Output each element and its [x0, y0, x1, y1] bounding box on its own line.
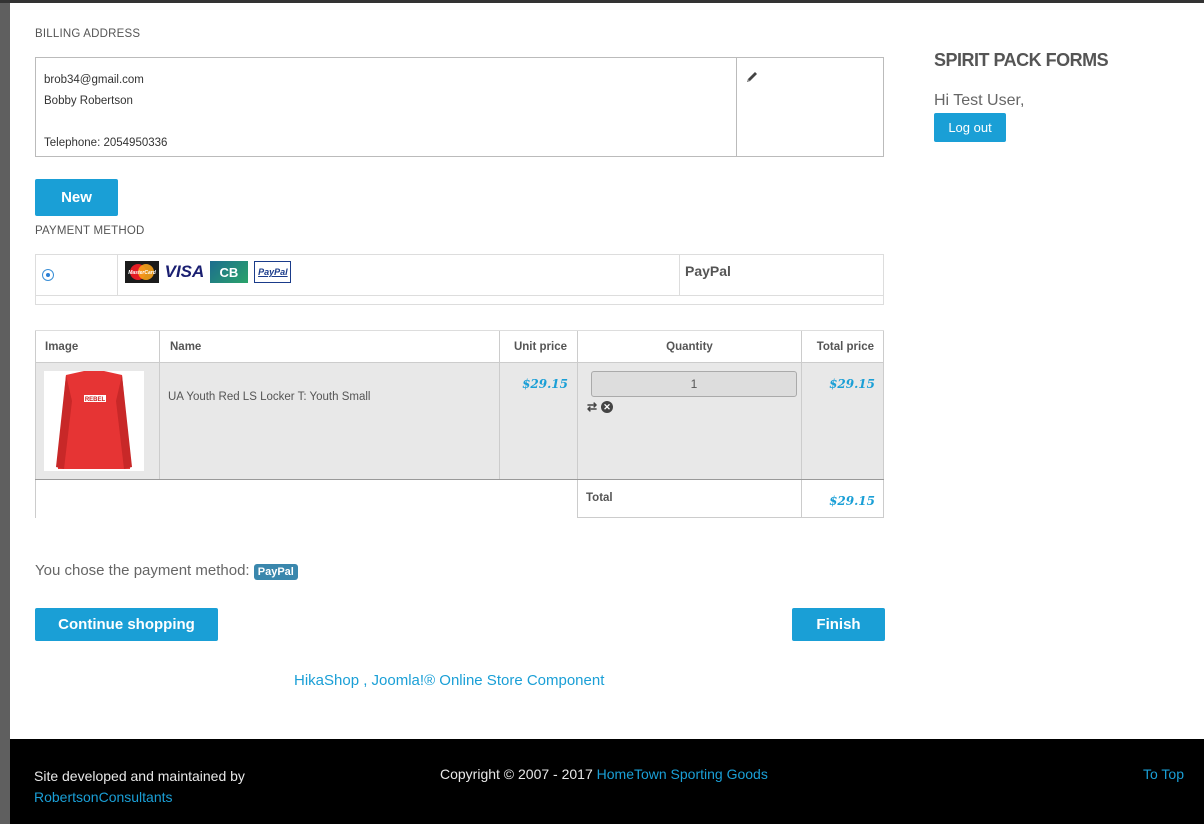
- product-name: UA Youth Red LS Locker T: Youth Small: [159, 363, 499, 479]
- total-value-cell: $29.15: [801, 480, 884, 518]
- remove-icon[interactable]: ✕: [601, 401, 614, 413]
- hikashop-link[interactable]: HikaShop , Joomla!® Online Store Compone…: [294, 672, 604, 689]
- new-address-button[interactable]: New: [35, 179, 118, 216]
- paypal-logo: PayPal: [254, 261, 292, 283]
- billing-address-info: brob34@gmail.com Bobby Robertson Telepho…: [36, 58, 737, 156]
- payment-radio[interactable]: [42, 269, 54, 281]
- cb-logo: CB: [209, 261, 248, 283]
- svg-text:MasterCard: MasterCard: [128, 270, 156, 276]
- footer: Site developed and maintained by Roberts…: [10, 739, 1204, 824]
- cart-table: Image Name Unit price Quantity Total pri…: [35, 330, 884, 518]
- mastercard-logo: MasterCard: [125, 261, 159, 283]
- product-image-cell: REBEL: [35, 363, 159, 479]
- item-total-price: $29.15: [829, 377, 875, 391]
- total-label: Total: [577, 480, 801, 518]
- quantity-input[interactable]: 1: [591, 371, 797, 397]
- finish-button[interactable]: Finish: [792, 608, 885, 641]
- svg-text:REBEL: REBEL: [85, 397, 106, 403]
- header-total-price: Total price: [801, 331, 884, 362]
- cart-header: Image Name Unit price Quantity Total pri…: [35, 330, 884, 362]
- payment-method-label: PAYMENT METHOD: [35, 225, 145, 237]
- payment-method-row[interactable]: MasterCard VISA CB PayPal PayPal: [36, 255, 883, 296]
- billing-email: brob34@gmail.com: [44, 74, 144, 86]
- billing-edit-cell: [737, 58, 883, 156]
- billing-telephone: Telephone: 2054950336: [44, 137, 168, 149]
- payment-method-name: PayPal: [685, 263, 731, 279]
- developed-by-text: Site developed and maintained by: [34, 768, 245, 784]
- payment-radio-cell: [36, 255, 118, 295]
- to-top-link[interactable]: To Top: [1143, 766, 1184, 782]
- pencil-icon[interactable]: [745, 70, 759, 89]
- cart-item-row: REBEL UA Youth Red LS Locker T: Youth Sm…: [35, 362, 884, 480]
- company-link[interactable]: HomeTown Sporting Goods: [597, 766, 768, 782]
- unit-price: $29.15: [522, 377, 568, 391]
- chosen-payment-text: You chose the payment method:: [35, 562, 250, 579]
- cart-total-row: Total $29.15: [35, 480, 884, 518]
- total-price-cell: $29.15: [801, 363, 884, 479]
- developer-link[interactable]: RobertsonConsultants: [34, 787, 245, 808]
- greeting-text: Hi Test User,: [934, 92, 1025, 109]
- footer-copyright: Copyright © 2007 - 2017 HomeTown Sportin…: [440, 766, 768, 782]
- billing-address-label: BILLING ADDRESS: [35, 28, 141, 40]
- total-spacer: [35, 480, 577, 518]
- sidebar-title: SPIRIT PACK FORMS: [934, 50, 1109, 70]
- chosen-payment-line: You chose the payment method: PayPal: [35, 562, 298, 580]
- billing-name: Bobby Robertson: [44, 95, 133, 107]
- unit-price-cell: $29.15: [499, 363, 577, 479]
- refresh-icon[interactable]: ⇄: [587, 401, 597, 413]
- quantity-cell: 1 ⇄ ✕: [577, 363, 801, 479]
- copyright-text: Copyright © 2007 - 2017: [440, 766, 593, 782]
- card-logos-cell: MasterCard VISA CB PayPal: [118, 255, 680, 295]
- header-quantity: Quantity: [577, 331, 801, 362]
- header-unit-price: Unit price: [499, 331, 577, 362]
- header-image: Image: [35, 331, 159, 362]
- visa-logo: VISA: [164, 262, 205, 281]
- footer-developer: Site developed and maintained by Roberts…: [34, 766, 245, 808]
- cart-total-value: $29.15: [829, 494, 875, 508]
- continue-shopping-button[interactable]: Continue shopping: [35, 608, 218, 641]
- page-content: BILLING ADDRESS brob34@gmail.com Bobby R…: [10, 3, 1204, 739]
- logout-button[interactable]: Log out: [934, 113, 1006, 142]
- billing-address-table: brob34@gmail.com Bobby Robertson Telepho…: [35, 57, 884, 157]
- product-image[interactable]: REBEL: [44, 371, 144, 471]
- payment-method-table: MasterCard VISA CB PayPal PayPal: [35, 254, 884, 305]
- chosen-payment-badge: PayPal: [253, 564, 298, 580]
- header-name: Name: [159, 331, 499, 362]
